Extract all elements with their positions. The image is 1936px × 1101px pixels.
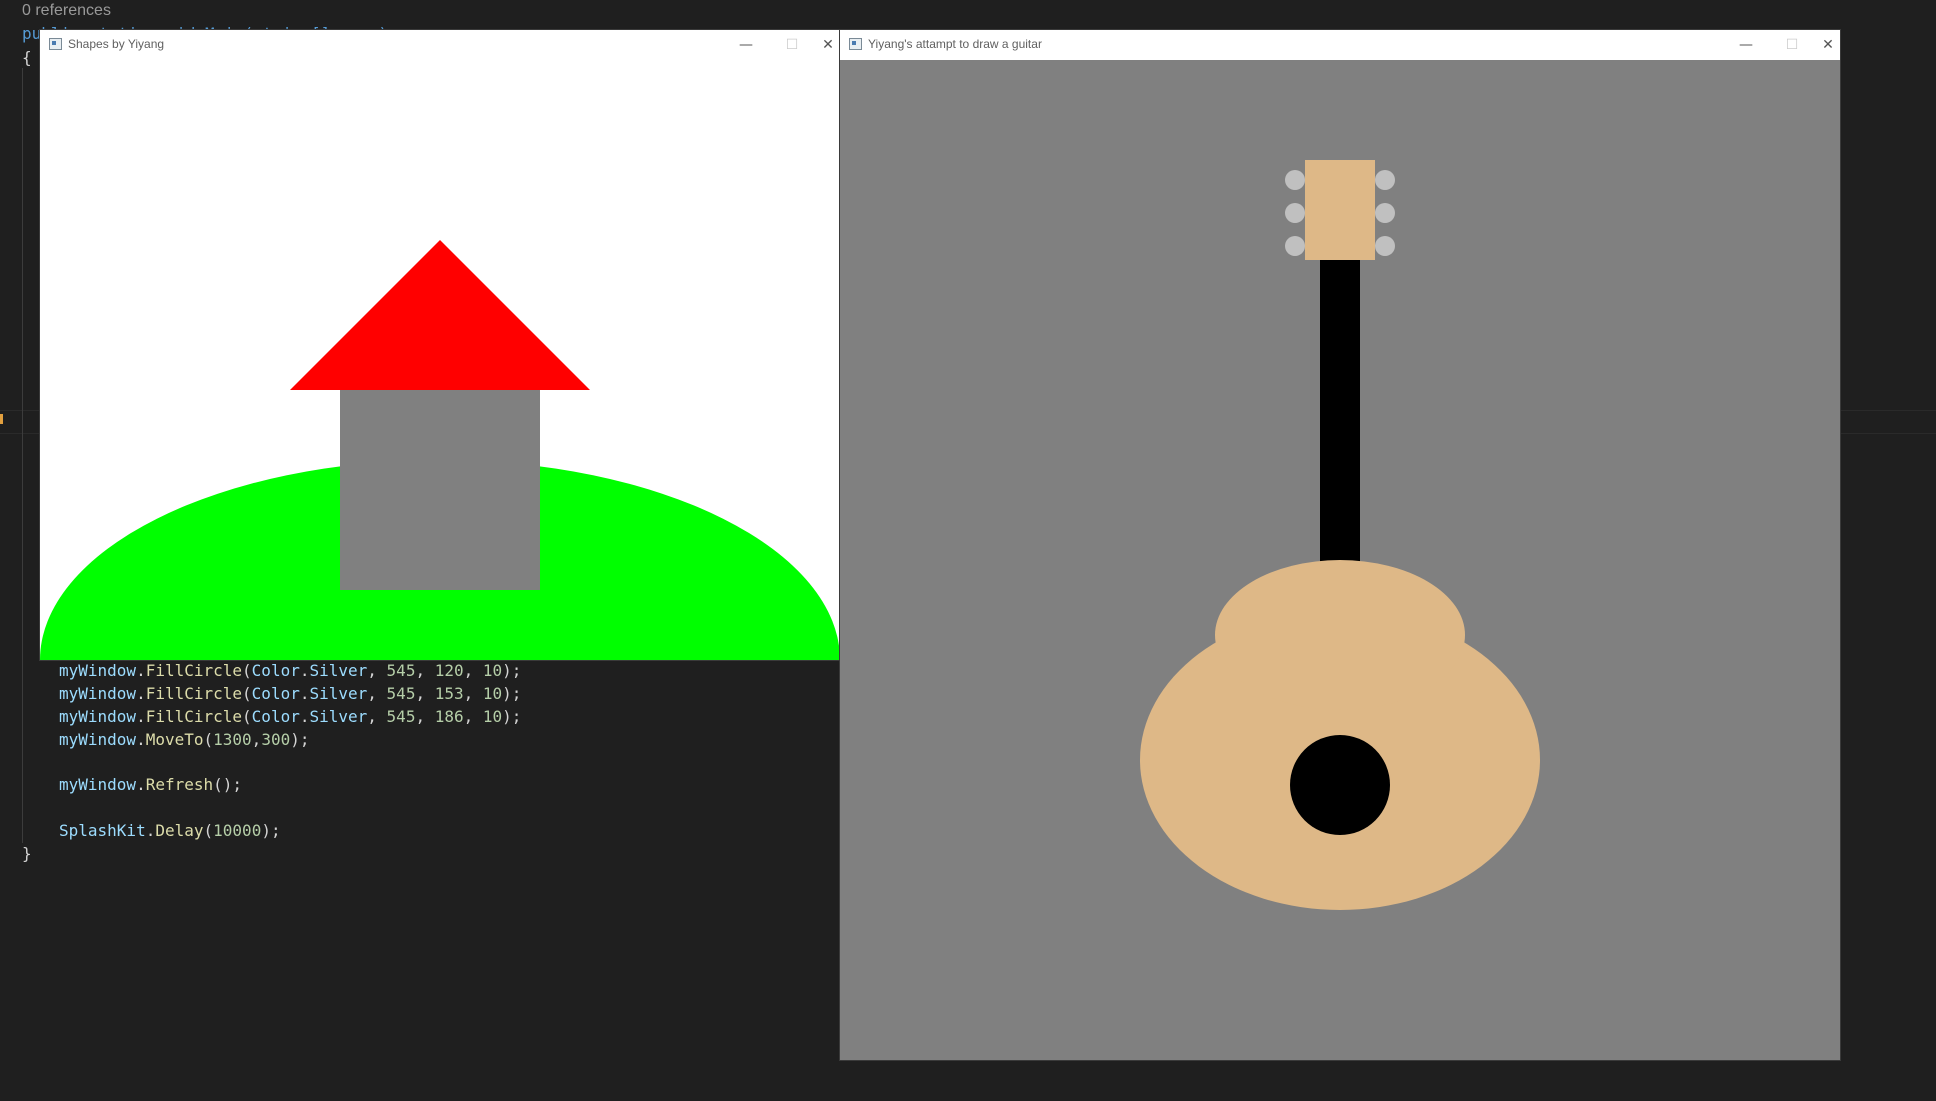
breakpoint-marker bbox=[0, 414, 3, 424]
shapes-window-titlebar[interactable]: Shapes by Yiyang — ☐ ✕ bbox=[40, 30, 840, 60]
shapes-canvas[interactable] bbox=[40, 60, 840, 660]
app-window-icon bbox=[49, 38, 62, 50]
code-line-fillcircle-1[interactable]: myWindow.FillCircle(Color.Silver, 545, 1… bbox=[59, 661, 521, 681]
guitar-headstock bbox=[1305, 160, 1375, 260]
close-button[interactable]: ✕ bbox=[816, 30, 840, 60]
maximize-button[interactable]: ☐ bbox=[770, 30, 814, 60]
minimize-button[interactable]: — bbox=[724, 30, 768, 60]
guitar-canvas[interactable] bbox=[840, 60, 1840, 1060]
shapes-window-title: Shapes by Yiyang bbox=[68, 37, 165, 51]
code-line-delay[interactable]: SplashKit.Delay(10000); bbox=[59, 821, 281, 841]
guitar-neck bbox=[1320, 260, 1360, 570]
indent-guide bbox=[22, 68, 23, 843]
app-window-icon bbox=[849, 38, 862, 50]
tuning-peg bbox=[1375, 236, 1395, 256]
guitar-drawing bbox=[840, 60, 1840, 1060]
guitar-window-titlebar[interactable]: Yiyang's attampt to draw a guitar — ☐ ✕ bbox=[840, 30, 1840, 60]
code-line-moveto[interactable]: myWindow.MoveTo(1300,300); bbox=[59, 730, 309, 750]
maximize-button[interactable]: ☐ bbox=[1770, 30, 1814, 60]
minimize-button[interactable]: — bbox=[1724, 30, 1768, 60]
tuning-peg bbox=[1285, 236, 1305, 256]
code-close-brace[interactable]: } bbox=[22, 844, 32, 864]
shapes-drawing bbox=[40, 60, 840, 660]
shapes-window[interactable]: Shapes by Yiyang — ☐ ✕ bbox=[40, 30, 840, 660]
close-button[interactable]: ✕ bbox=[1816, 30, 1840, 60]
tuning-peg bbox=[1375, 170, 1395, 190]
guitar-window[interactable]: Yiyang's attampt to draw a guitar — ☐ ✕ bbox=[840, 30, 1840, 1060]
sound-hole bbox=[1290, 735, 1390, 835]
code-line-fillcircle-3[interactable]: myWindow.FillCircle(Color.Silver, 545, 1… bbox=[59, 707, 521, 727]
codelens-references[interactable]: 0 references bbox=[22, 2, 111, 20]
guitar-window-title: Yiyang's attampt to draw a guitar bbox=[868, 37, 1042, 51]
tuning-peg bbox=[1375, 203, 1395, 223]
tuning-peg bbox=[1285, 170, 1305, 190]
code-line-fillcircle-2[interactable]: myWindow.FillCircle(Color.Silver, 545, 1… bbox=[59, 684, 521, 704]
guitar-upper-bout bbox=[1215, 560, 1465, 710]
house-wall bbox=[340, 390, 540, 590]
code-open-brace[interactable]: { bbox=[22, 48, 32, 68]
tuning-peg bbox=[1285, 203, 1305, 223]
code-line-refresh[interactable]: myWindow.Refresh(); bbox=[59, 775, 242, 795]
